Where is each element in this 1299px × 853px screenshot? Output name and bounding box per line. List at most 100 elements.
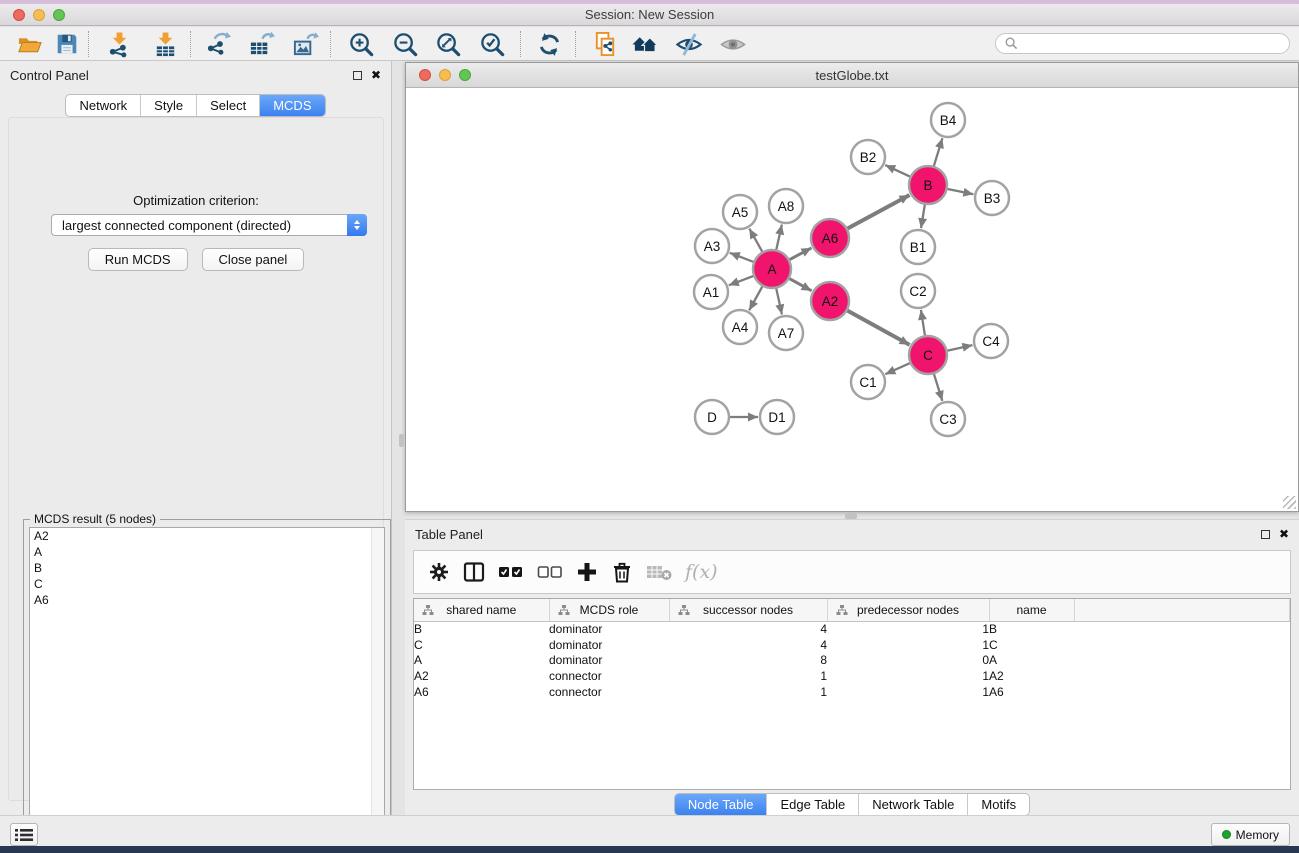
list-item[interactable]: A xyxy=(30,544,384,560)
unselect-all-columns-button[interactable] xyxy=(537,564,563,580)
graph-node-A6[interactable]: A6 xyxy=(811,219,849,257)
export-network-button[interactable] xyxy=(203,30,233,58)
graph-node-D[interactable]: D xyxy=(695,400,729,434)
import-table-button[interactable] xyxy=(150,30,180,58)
graph-node-C4[interactable]: C4 xyxy=(974,324,1008,358)
graph-node-C1[interactable]: C1 xyxy=(851,365,885,399)
column-layout-button[interactable] xyxy=(463,561,485,583)
table-header-row: shared name MCDS role successor nodes pr… xyxy=(414,599,1290,621)
mcds-result-list[interactable]: A2ABCA6 xyxy=(29,527,385,849)
search-field[interactable] xyxy=(995,33,1290,54)
graph-node-C[interactable]: C xyxy=(909,336,947,374)
graph-node-B3[interactable]: B3 xyxy=(975,181,1009,215)
graph-node-B4[interactable]: B4 xyxy=(931,103,965,137)
tab-node-table[interactable]: Node Table xyxy=(675,794,767,815)
checked-boxes-icon xyxy=(498,564,524,580)
float-panel-icon[interactable] xyxy=(353,71,362,80)
column-header-name[interactable]: name xyxy=(989,599,1074,621)
network-graph[interactable]: B4 B2 B B3 A8 A5 A6 A3 B1 A A1 C2 A2 A4 A7 C4 C C1 D D1 C3 xyxy=(406,88,1298,511)
zoom-out-icon xyxy=(392,31,419,58)
graph-node-B2[interactable]: B2 xyxy=(851,140,885,174)
zoom-fit-icon xyxy=(435,31,462,58)
settings-gear-button[interactable] xyxy=(428,561,450,583)
list-item[interactable]: A6 xyxy=(30,592,384,608)
column-header-successor-nodes[interactable]: successor nodes xyxy=(669,599,827,621)
table-row[interactable]: A2connector11A2 xyxy=(414,668,1290,684)
tab-network[interactable]: Network xyxy=(66,95,140,116)
delete-column-button[interactable] xyxy=(611,561,633,583)
list-item[interactable]: A2 xyxy=(30,528,384,544)
svg-text:B3: B3 xyxy=(984,191,1001,206)
svg-text:A1: A1 xyxy=(703,285,720,300)
graph-node-A2[interactable]: A2 xyxy=(811,282,849,320)
table-panel-title: Table Panel xyxy=(415,527,483,542)
column-header-shared-name[interactable]: shared name xyxy=(414,599,549,621)
copy-network-button[interactable] xyxy=(590,30,620,58)
export-image-button[interactable] xyxy=(290,30,320,58)
import-table-icon xyxy=(152,31,179,58)
tab-style[interactable]: Style xyxy=(140,95,196,116)
save-floppy-icon xyxy=(54,31,80,57)
hide-selected-button[interactable] xyxy=(674,30,704,58)
graph-node-A1[interactable]: A1 xyxy=(694,275,728,309)
export-table-button[interactable] xyxy=(246,30,276,58)
import-network-button[interactable] xyxy=(104,30,134,58)
close-panel-icon[interactable]: ✖ xyxy=(371,70,381,80)
toolbar-separator xyxy=(330,31,331,57)
select-all-columns-button[interactable] xyxy=(498,564,524,580)
graph-node-A8[interactable]: A8 xyxy=(769,189,803,223)
graph-node-C2[interactable]: C2 xyxy=(901,274,935,308)
tab-mcds[interactable]: MCDS xyxy=(259,95,324,116)
graph-node-B[interactable]: B xyxy=(909,166,947,204)
tab-select[interactable]: Select xyxy=(196,95,259,116)
task-history-button[interactable] xyxy=(10,823,38,846)
float-panel-icon[interactable] xyxy=(1261,530,1270,539)
network-canvas[interactable]: B4 B2 B B3 A8 A5 A6 A3 B1 A A1 C2 A2 A4 A7 C4 C C1 D D1 C3 xyxy=(406,88,1298,511)
zoom-in-button[interactable] xyxy=(346,30,376,58)
graph-node-A3[interactable]: A3 xyxy=(695,229,729,263)
first-neighbors-button[interactable] xyxy=(630,30,660,58)
tab-motifs[interactable]: Motifs xyxy=(967,794,1029,815)
list-item[interactable]: C xyxy=(30,576,384,592)
graph-node-D1[interactable]: D1 xyxy=(760,400,794,434)
table-row[interactable]: Bdominator41B xyxy=(414,621,1290,637)
table-row[interactable]: Adominator80A xyxy=(414,653,1290,669)
function-builder-button[interactable]: f(x) xyxy=(685,562,718,582)
network-vertical-scrollbar[interactable] xyxy=(399,434,404,447)
close-panel-button[interactable]: Close panel xyxy=(202,248,305,271)
tree-icon xyxy=(678,604,690,616)
criterion-dropdown[interactable]: largest connected component (directed) xyxy=(51,214,367,236)
refresh-layout-button[interactable] xyxy=(534,30,564,58)
close-panel-icon[interactable]: ✖ xyxy=(1279,529,1289,539)
zoom-fit-button[interactable] xyxy=(433,30,463,58)
zoom-selected-button[interactable] xyxy=(477,30,507,58)
memory-button[interactable]: Memory xyxy=(1211,823,1290,846)
delete-table-button[interactable] xyxy=(646,563,672,581)
network-window-titlebar[interactable]: testGlobe.txt xyxy=(406,63,1298,88)
svg-text:B4: B4 xyxy=(940,113,957,128)
column-header-predecessor-nodes[interactable]: predecessor nodes xyxy=(827,599,989,621)
graph-node-A4[interactable]: A4 xyxy=(723,310,757,344)
zoom-out-button[interactable] xyxy=(390,30,420,58)
column-header-mcds-role[interactable]: MCDS role xyxy=(549,599,669,621)
search-input[interactable] xyxy=(1023,37,1273,51)
show-all-button[interactable] xyxy=(718,30,748,58)
list-item[interactable]: B xyxy=(30,560,384,576)
save-session-button[interactable] xyxy=(52,30,82,58)
list-scrollbar[interactable] xyxy=(371,528,384,848)
graph-node-A7[interactable]: A7 xyxy=(769,316,803,350)
open-file-button[interactable] xyxy=(14,30,44,58)
table-row[interactable]: A6connector11A6 xyxy=(414,684,1290,700)
open-folder-icon xyxy=(16,32,43,56)
tab-edge-table[interactable]: Edge Table xyxy=(766,794,858,815)
tab-network-table[interactable]: Network Table xyxy=(858,794,967,815)
graph-node-C3[interactable]: C3 xyxy=(931,402,965,436)
run-mcds-button[interactable]: Run MCDS xyxy=(88,248,188,271)
add-column-button[interactable] xyxy=(576,561,598,583)
graph-node-A5[interactable]: A5 xyxy=(723,195,757,229)
table-row[interactable]: Cdominator41C xyxy=(414,637,1290,653)
toolbar-separator xyxy=(520,31,521,57)
graph-node-B1[interactable]: B1 xyxy=(901,230,935,264)
window-resize-grip[interactable] xyxy=(1283,496,1296,509)
graph-node-A[interactable]: A xyxy=(753,250,791,288)
